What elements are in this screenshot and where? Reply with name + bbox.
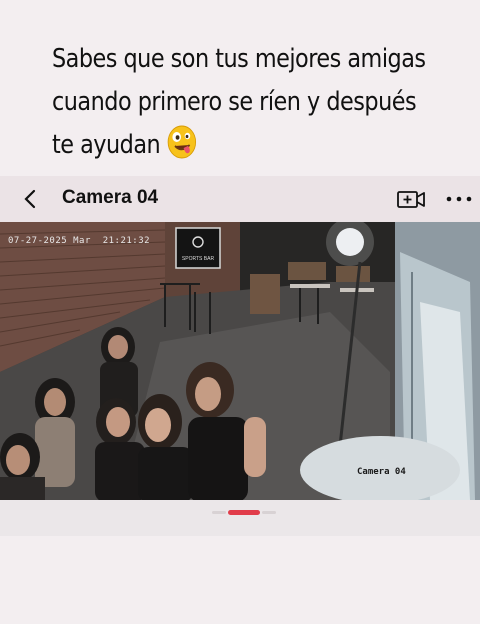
playback-scrubber[interactable] bbox=[228, 510, 260, 515]
camera-app-bar: Camera 04 bbox=[0, 176, 480, 222]
caption-line-1: Sabes que son tus mejores amigas bbox=[52, 44, 426, 74]
sign-text: SPORTS BAR bbox=[182, 256, 215, 262]
camera-title: Camera 04 bbox=[62, 187, 159, 208]
caption-line-3-text: te ayudan bbox=[52, 130, 161, 160]
scrub-track-left bbox=[212, 511, 226, 514]
scrub-track-right bbox=[262, 511, 276, 514]
video-add-icon[interactable] bbox=[396, 186, 426, 212]
caption-line-3: te ayudan bbox=[52, 124, 413, 167]
camera-video-feed[interactable]: SPORTS BAR 07-27-2025 Mar 21:21:32 Camer… bbox=[0, 222, 480, 500]
chevron-left-icon[interactable] bbox=[18, 186, 44, 212]
video-timestamp: 07-27-2025 Mar 21:21:32 bbox=[8, 236, 151, 246]
more-horizontal-icon[interactable] bbox=[444, 186, 474, 212]
camera-scene: SPORTS BAR bbox=[0, 222, 480, 500]
zany-face-emoji-icon bbox=[167, 125, 196, 159]
post-caption: Sabes que son tus mejores amigas cuando … bbox=[52, 38, 426, 167]
playback-strip bbox=[0, 500, 480, 536]
caption-line-2: cuando primero se ríen y después bbox=[52, 87, 417, 117]
video-camera-label: Camera 04 bbox=[357, 467, 406, 477]
